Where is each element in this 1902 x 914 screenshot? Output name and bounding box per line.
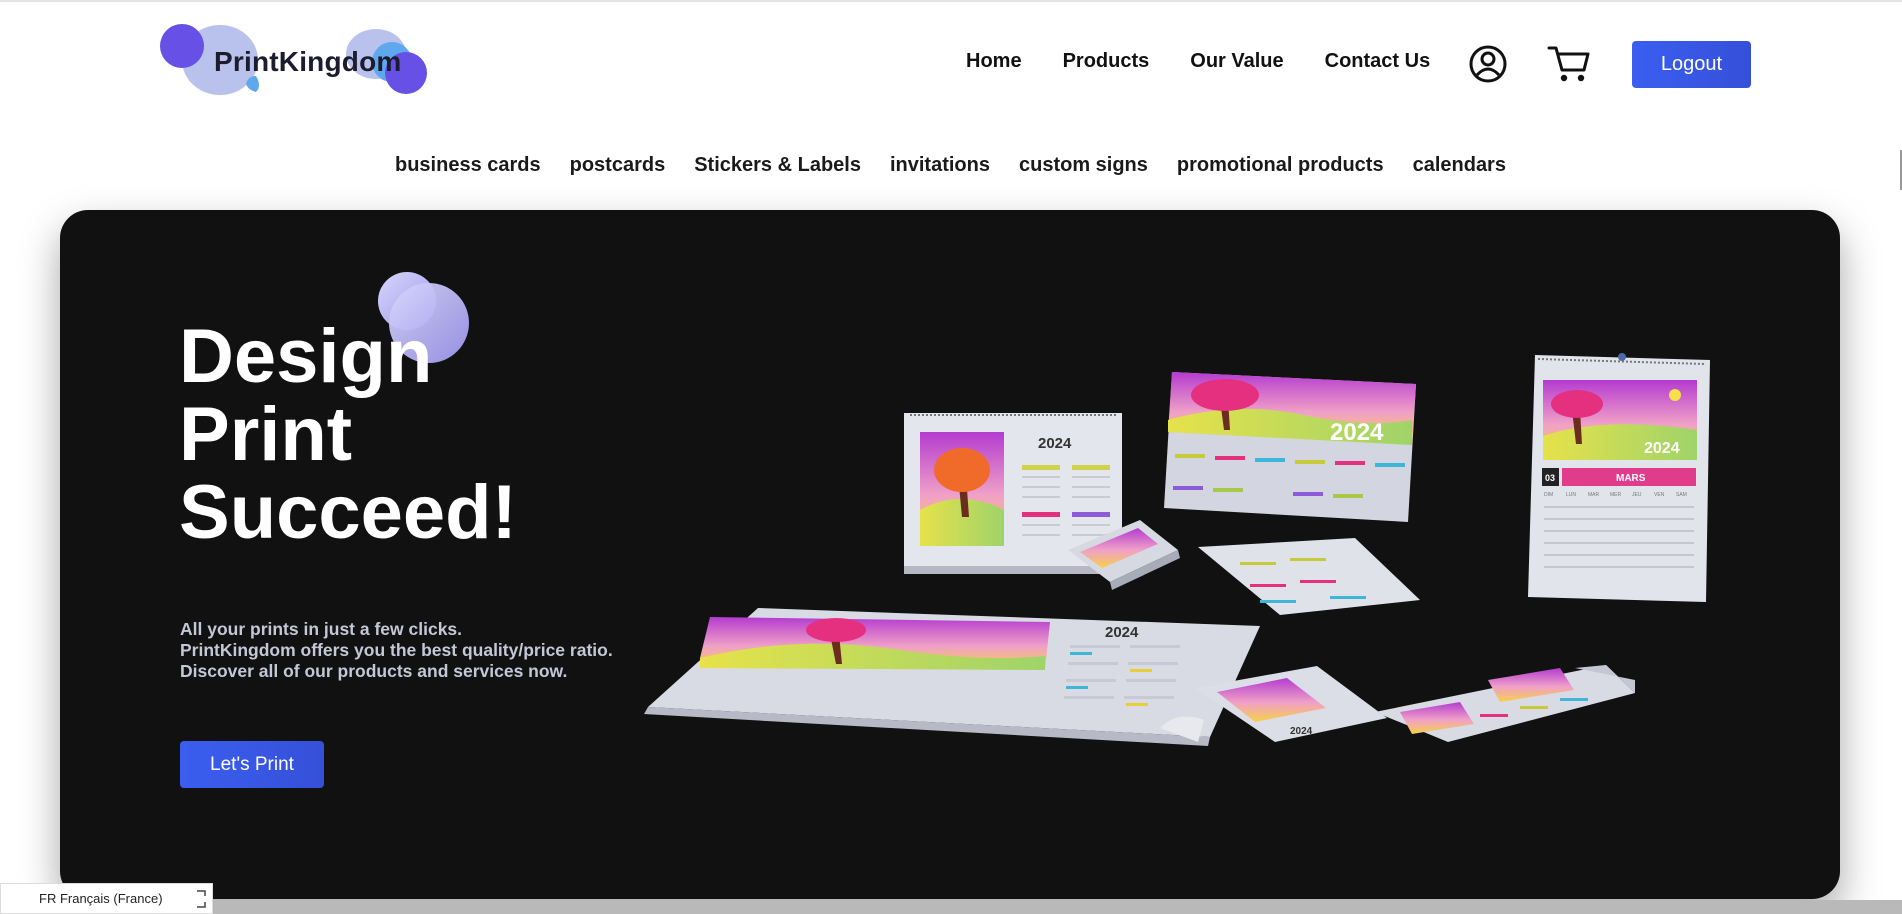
category-invitations[interactable]: invitations bbox=[890, 154, 990, 177]
wall-calendar-month-name: MARS bbox=[1616, 473, 1646, 484]
lets-print-button[interactable]: Let's Print bbox=[180, 741, 324, 788]
hero-subtitle-line: PrintKingdom offers you the best quality… bbox=[180, 640, 613, 660]
hero-title-line: Print bbox=[179, 392, 353, 477]
brand-logo[interactable]: PrintKingdom bbox=[158, 18, 434, 110]
hero-subtitle-line: All your prints in just a few clicks. bbox=[180, 619, 463, 639]
wall-calendar-month-number: 03 bbox=[1545, 473, 1555, 483]
hero-title: Design Print Succeed! bbox=[179, 318, 517, 552]
flat-calendar-year: 2024 bbox=[1290, 726, 1313, 737]
category-promotional-products[interactable]: promotional products bbox=[1177, 154, 1384, 177]
category-calendars[interactable]: calendars bbox=[1413, 154, 1506, 177]
category-stickers-labels[interactable]: Stickers & Labels bbox=[694, 154, 861, 177]
weekday-header: JEU bbox=[1632, 492, 1642, 498]
hero-subtitle-line: Discover all of our products and service… bbox=[180, 661, 568, 681]
wall-calendar-year: 2024 bbox=[1644, 440, 1680, 457]
nav-home[interactable]: Home bbox=[966, 50, 1022, 73]
weekday-header: SAM bbox=[1676, 492, 1687, 498]
language-indicator[interactable]: FR Français (France) bbox=[0, 883, 213, 914]
center-calendar-year: 2024 bbox=[1330, 419, 1384, 446]
logout-button[interactable]: Logout bbox=[1632, 41, 1751, 88]
desk-pad-year: 2024 bbox=[1105, 624, 1139, 641]
category-custom-signs[interactable]: custom signs bbox=[1019, 154, 1148, 177]
taskbar-strip bbox=[213, 900, 1902, 914]
language-label: FR Français (France) bbox=[39, 891, 163, 906]
user-circle-icon[interactable] bbox=[1468, 44, 1508, 84]
hero-banner: Design Print Succeed! All your prints in… bbox=[60, 210, 1840, 899]
nav-our-value[interactable]: Our Value bbox=[1190, 50, 1283, 73]
nav-contact-us[interactable]: Contact Us bbox=[1325, 50, 1431, 73]
main-nav: Home Products Our Value Contact Us bbox=[966, 50, 1430, 73]
hero-subtitle: All your prints in just a few clicks. Pr… bbox=[180, 619, 613, 682]
desk-calendar-year: 2024 bbox=[1038, 435, 1072, 452]
category-postcards[interactable]: postcards bbox=[570, 154, 666, 177]
hero-title-line: Succeed! bbox=[179, 470, 517, 555]
weekday-header: LUN bbox=[1566, 492, 1576, 498]
keyboard-layout-icon bbox=[197, 890, 206, 908]
weekday-header: DIM bbox=[1544, 492, 1553, 498]
calendars-product-image: 2024 2024 2024 2024 03 MARS DIM LUN MAR … bbox=[644, 353, 1710, 746]
nav-products[interactable]: Products bbox=[1063, 50, 1150, 73]
brand-name: PrintKingdom bbox=[214, 46, 402, 77]
weekday-header: MER bbox=[1610, 492, 1622, 498]
hero-title-line: Design bbox=[179, 314, 433, 399]
weekday-header: VEN bbox=[1654, 492, 1665, 498]
window-top-border bbox=[0, 0, 1902, 2]
category-business-cards[interactable]: business cards bbox=[395, 154, 541, 177]
shopping-cart-icon[interactable] bbox=[1547, 44, 1591, 84]
weekday-header: MAR bbox=[1588, 492, 1600, 498]
category-bar: business cards postcards Stickers & Labe… bbox=[395, 154, 1506, 177]
